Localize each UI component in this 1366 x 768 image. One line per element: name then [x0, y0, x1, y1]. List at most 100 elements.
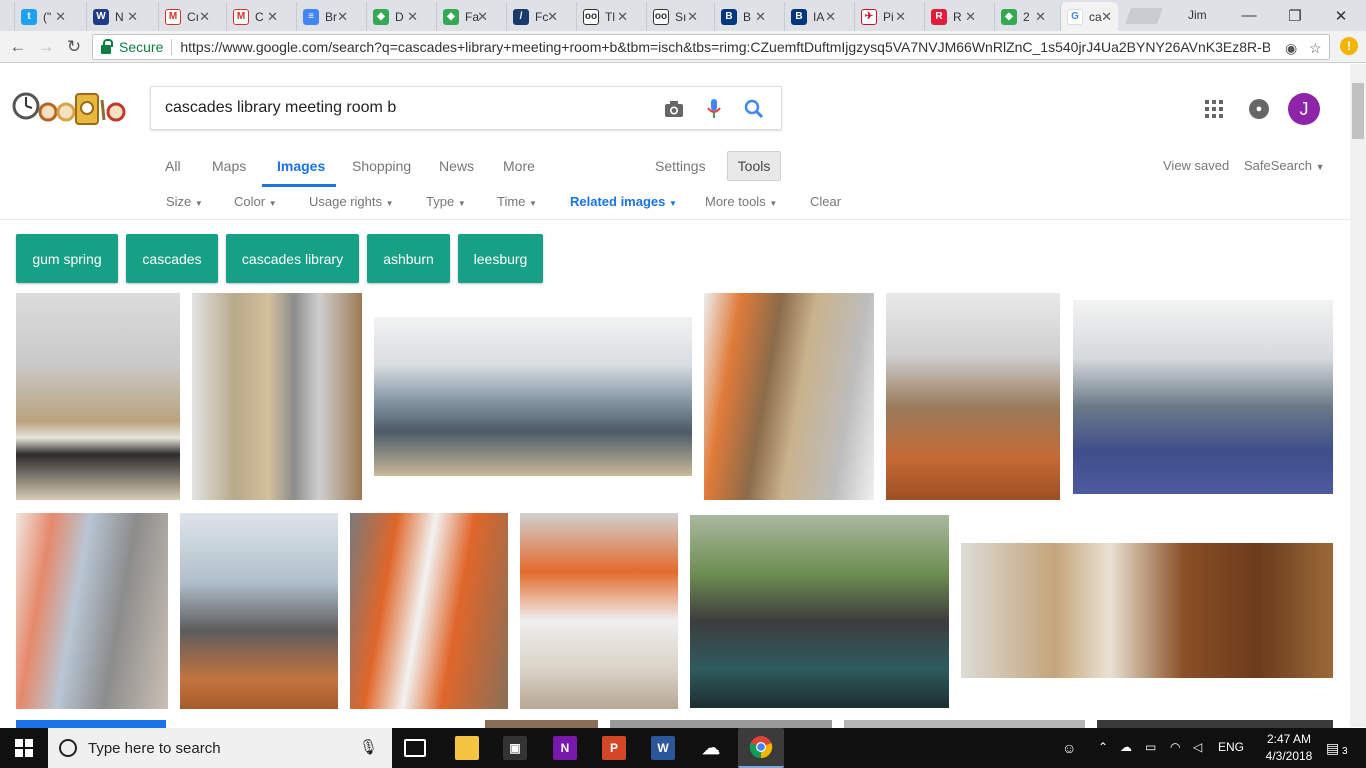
- image-result[interactable]: [180, 513, 338, 709]
- image-result[interactable]: [350, 513, 508, 709]
- close-icon[interactable]: ✕: [617, 9, 628, 25]
- image-result[interactable]: [690, 515, 949, 708]
- close-icon[interactable]: ✕: [965, 9, 976, 25]
- onenote-icon[interactable]: N: [553, 736, 577, 760]
- onedrive-icon[interactable]: ☁: [699, 736, 723, 760]
- browser-tab[interactable]: oo Sı ✕: [646, 2, 704, 31]
- image-result[interactable]: [1097, 720, 1333, 728]
- browser-tab[interactable]: t (" ✕: [14, 2, 72, 31]
- related-chip[interactable]: cascades: [126, 234, 218, 283]
- taskbar-search-box[interactable]: Type here to search 🎙: [48, 728, 392, 768]
- image-result[interactable]: [610, 720, 832, 728]
- location-icon[interactable]: ◉: [1285, 40, 1297, 57]
- filter-size[interactable]: Size ▼: [166, 194, 203, 209]
- profile-name[interactable]: Jim: [1188, 8, 1207, 22]
- new-tab-button[interactable]: [1125, 8, 1163, 24]
- settings-link[interactable]: Settings: [655, 158, 706, 174]
- microphone-icon[interactable]: [702, 97, 726, 121]
- browser-tab-active[interactable]: Gca ✕: [1060, 2, 1118, 31]
- close-icon[interactable]: ✕: [687, 9, 698, 25]
- image-result[interactable]: [192, 293, 362, 500]
- browser-tab[interactable]: M Cı ✕: [158, 2, 216, 31]
- image-result[interactable]: [844, 720, 1085, 728]
- close-icon[interactable]: ✕: [1035, 9, 1046, 25]
- camera-icon[interactable]: [662, 97, 686, 121]
- image-result[interactable]: [485, 720, 598, 728]
- language-indicator[interactable]: ENG: [1218, 740, 1244, 754]
- notifications-bell-icon[interactable]: ●: [1249, 99, 1269, 119]
- close-icon[interactable]: ✕: [895, 9, 906, 25]
- browser-tab[interactable]: ◆ D ✕: [366, 2, 424, 31]
- browser-tab[interactable]: M C ✕: [226, 2, 284, 31]
- image-result[interactable]: [704, 293, 874, 500]
- windows-start-icon[interactable]: [12, 736, 36, 760]
- search-input[interactable]: [165, 97, 645, 119]
- filter-related-images[interactable]: Related images ▼: [570, 194, 677, 209]
- related-chip[interactable]: cascades library: [226, 234, 359, 283]
- filter-more-tools[interactable]: More tools ▼: [705, 194, 777, 209]
- extension-alert-icon[interactable]: !: [1340, 37, 1358, 55]
- chevron-up-icon[interactable]: ⌃: [1098, 740, 1108, 754]
- close-icon[interactable]: ✕: [267, 9, 278, 25]
- reload-icon[interactable]: ↻: [63, 37, 85, 57]
- bookmark-star-icon[interactable]: ☆: [1309, 40, 1322, 57]
- browser-tab[interactable]: W N ✕: [86, 2, 144, 31]
- tab-all[interactable]: All: [165, 158, 181, 174]
- image-result[interactable]: [520, 513, 678, 709]
- store-icon[interactable]: ▣: [503, 736, 527, 760]
- close-icon[interactable]: ✕: [825, 9, 836, 25]
- google-doodle-logo[interactable]: [12, 86, 126, 130]
- close-icon[interactable]: ✕: [55, 9, 66, 25]
- close-icon[interactable]: ✕: [1101, 9, 1112, 25]
- close-icon[interactable]: ✕: [199, 9, 210, 25]
- apps-grid-icon[interactable]: [1205, 100, 1223, 118]
- browser-tab[interactable]: ◆ Fa ✕: [436, 2, 494, 31]
- safesearch-dropdown[interactable]: SafeSearch ▼: [1244, 158, 1324, 173]
- close-icon[interactable]: ✕: [755, 9, 766, 25]
- browser-tab[interactable]: ◆ 2 ✕: [994, 2, 1052, 31]
- restore-icon[interactable]: ❐: [1272, 0, 1318, 31]
- image-result[interactable]: [16, 293, 180, 500]
- people-icon[interactable]: ☺: [1062, 740, 1076, 756]
- forward-icon[interactable]: →: [35, 37, 57, 57]
- scrollbar-thumb[interactable]: [1352, 83, 1364, 139]
- action-center-icon[interactable]: ▤: [1326, 740, 1339, 757]
- tab-maps[interactable]: Maps: [212, 158, 246, 174]
- filter-clear[interactable]: Clear: [810, 194, 841, 209]
- related-chip[interactable]: ashburn: [367, 234, 450, 283]
- window-close-icon[interactable]: ✕: [1318, 0, 1364, 31]
- close-icon[interactable]: ✕: [477, 9, 488, 25]
- browser-tab[interactable]: B IA ✕: [784, 2, 842, 31]
- browser-tab[interactable]: R R ✕: [924, 2, 982, 31]
- address-bar[interactable]: Secure https://www.google.com/search?q=c…: [92, 34, 1330, 60]
- wifi-icon[interactable]: ◠: [1170, 740, 1180, 754]
- tab-more[interactable]: More: [503, 158, 535, 174]
- search-icon[interactable]: [742, 97, 766, 121]
- view-saved-link[interactable]: View saved: [1163, 158, 1229, 173]
- chrome-taskbar-button[interactable]: [738, 728, 784, 768]
- file-explorer-icon[interactable]: [455, 736, 479, 760]
- url-text[interactable]: https://www.google.com/search?q=cascades…: [180, 39, 1270, 55]
- tab-shopping[interactable]: Shopping: [352, 158, 411, 174]
- microphone-icon[interactable]: 🎙: [359, 738, 378, 756]
- browser-tab[interactable]: oo Tl ✕: [576, 2, 634, 31]
- volume-icon[interactable]: ◁: [1193, 740, 1202, 754]
- tab-news[interactable]: News: [439, 158, 474, 174]
- page-scrollbar[interactable]: [1350, 64, 1366, 727]
- back-icon[interactable]: ←: [7, 37, 29, 57]
- close-icon[interactable]: ✕: [407, 9, 418, 25]
- system-clock[interactable]: 2:47 AM 4/3/2018: [1262, 731, 1316, 765]
- filter-usage-rights[interactable]: Usage rights ▼: [309, 194, 394, 209]
- powerpoint-icon[interactable]: P: [602, 736, 626, 760]
- related-chip[interactable]: gum spring: [16, 234, 118, 283]
- image-result[interactable]: [1073, 300, 1333, 494]
- browser-tab[interactable]: / Fc ✕: [506, 2, 564, 31]
- word-icon[interactable]: W: [651, 736, 675, 760]
- browser-tab[interactable]: ≡ Br ✕: [296, 2, 354, 31]
- tools-button[interactable]: Tools: [727, 151, 781, 181]
- avatar[interactable]: J: [1288, 93, 1320, 125]
- onedrive-tray-icon[interactable]: ☁: [1120, 740, 1132, 754]
- image-result[interactable]: [16, 513, 168, 709]
- related-chip[interactable]: leesburg: [458, 234, 543, 283]
- browser-tab[interactable]: B B ✕: [714, 2, 772, 31]
